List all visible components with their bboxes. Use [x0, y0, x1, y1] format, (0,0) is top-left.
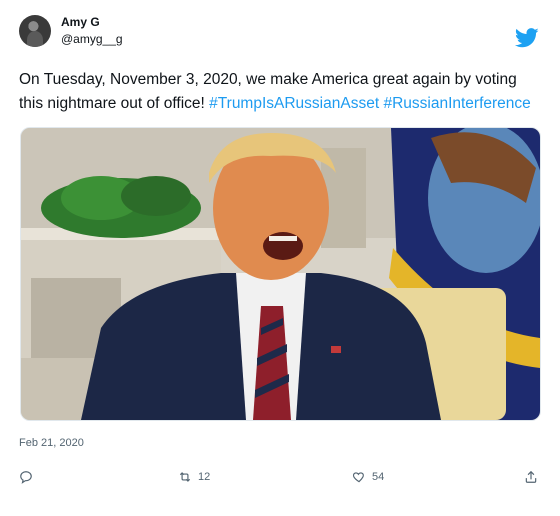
tweet-actions: 12 54: [0, 470, 560, 490]
tweet-date[interactable]: Feb 21, 2020: [19, 437, 84, 449]
photo-illustration: [21, 128, 540, 420]
tweet-text: On Tuesday, November 3, 2020, we make Am…: [19, 68, 544, 116]
reply-icon: [20, 471, 32, 484]
hashtag-russian-interference[interactable]: #RussianInterference: [383, 95, 530, 112]
like-button[interactable]: 54: [352, 470, 384, 484]
share-icon: [525, 470, 537, 483]
retweet-icon: [179, 472, 191, 482]
retweet-count: 12: [198, 471, 211, 483]
like-count: 54: [372, 471, 385, 483]
retweet-button[interactable]: 12: [178, 470, 210, 484]
author-handle[interactable]: @amyg__g: [61, 31, 123, 48]
hashtag-trump-is-a-russian-asset[interactable]: #TrumpIsARussianAsset: [209, 95, 379, 112]
avatar[interactable]: [19, 15, 51, 47]
tweet-header: Amy G @amyg__g: [19, 14, 123, 48]
like-icon: [352, 472, 364, 483]
share-button[interactable]: [524, 470, 538, 484]
tweet-card: Amy G @amyg__g On Tuesday, November 3, 2…: [0, 0, 560, 516]
author-names: Amy G @amyg__g: [61, 14, 123, 48]
twitter-bird-icon[interactable]: [515, 28, 539, 48]
author-display-name[interactable]: Amy G: [61, 14, 123, 31]
tweet-photo[interactable]: [20, 127, 541, 421]
reply-button[interactable]: [19, 470, 39, 484]
